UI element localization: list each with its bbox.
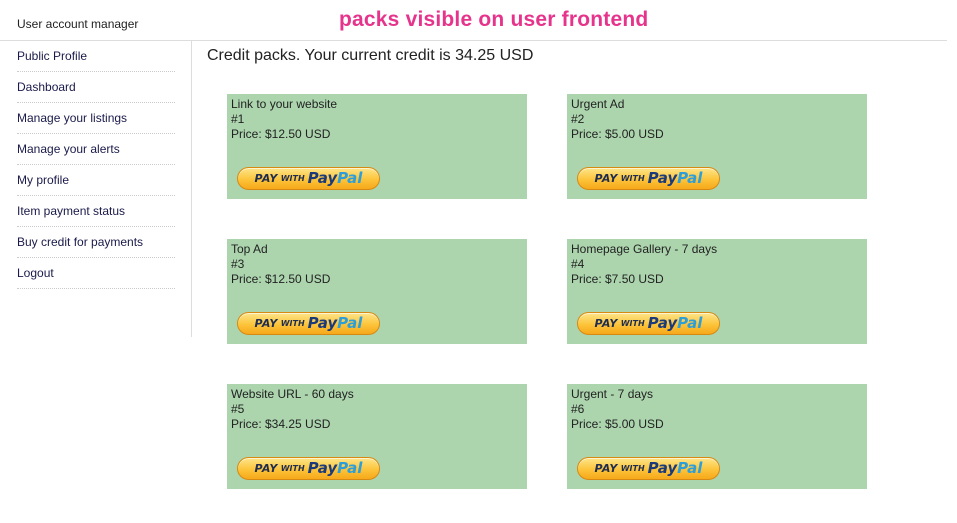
header-title: User account manager — [17, 17, 139, 31]
pack-name: Urgent Ad — [571, 97, 625, 111]
pack-id: #2 — [571, 112, 585, 126]
with-label: WITH — [280, 319, 305, 328]
sidebar-item-manage-listings: Manage your listings — [17, 103, 175, 134]
pack-name: Link to your website — [231, 97, 338, 111]
paypal-logo-pal: Pal — [337, 169, 363, 187]
credit-pack-card: Top Ad #3 Price: $12.50 USD PAY WITH Pay Pa… — [227, 239, 527, 344]
pack-price: Price: $12.50 USD — [231, 127, 331, 141]
pay-label: PAY — [594, 462, 618, 475]
pay-with-paypal-button[interactable]: PAY WITH Pay Pal — [237, 167, 380, 190]
pay-label: PAY — [594, 172, 618, 185]
pack-id: #4 — [571, 257, 585, 271]
paypal-logo-pay: Pay — [647, 314, 678, 332]
pay-with-paypal-button[interactable]: PAY WITH Pay Pal — [577, 312, 720, 335]
credit-pack-card: Urgent Ad #2 Price: $5.00 USD PAY WITH Pay… — [567, 94, 867, 199]
pay-label: PAY — [594, 317, 618, 330]
paypal-logo-pay: Pay — [647, 459, 678, 477]
sidebar-item-payment-status: Item payment status — [17, 196, 175, 227]
sidebar-menu: Public Profile Dashboard Manage your lis… — [0, 41, 191, 289]
pack-name: Urgent - 7 days — [571, 387, 654, 401]
with-label: WITH — [620, 319, 645, 328]
page: User account manager packs visible on us… — [0, 0, 957, 523]
pack-name: Homepage Gallery - 7 days — [571, 242, 718, 256]
pay-with-paypal-button[interactable]: PAY WITH Pay Pal — [237, 457, 380, 480]
sidebar-link-my-profile[interactable]: My profile — [17, 165, 175, 187]
pack-price: Price: $34.25 USD — [231, 417, 331, 431]
with-label: WITH — [620, 174, 645, 183]
sidebar-item-my-profile: My profile — [17, 165, 175, 196]
paypal-logo-pal: Pal — [337, 459, 363, 477]
pack-price: Price: $5.00 USD — [571, 417, 664, 431]
with-label: WITH — [280, 174, 305, 183]
pay-with-paypal-button[interactable]: PAY WITH Pay Pal — [577, 167, 720, 190]
sidebar-link-manage-listings[interactable]: Manage your listings — [17, 103, 175, 125]
sidebar-link-public-profile[interactable]: Public Profile — [17, 41, 175, 63]
sidebar-link-dashboard[interactable]: Dashboard — [17, 72, 175, 94]
credit-pack-card: Homepage Gallery - 7 days #4 Price: $7.5… — [567, 239, 867, 344]
pay-label: PAY — [254, 462, 278, 475]
sidebar-link-logout[interactable]: Logout — [17, 258, 175, 280]
sidebar-link-payment-status[interactable]: Item payment status — [17, 196, 175, 218]
pack-name: Website URL - 60 days — [231, 387, 354, 401]
paypal-logo-pal: Pal — [337, 314, 363, 332]
pack-id: #6 — [571, 402, 585, 416]
paypal-logo-pay: Pay — [307, 169, 338, 187]
paypal-logo-pal: Pal — [677, 169, 703, 187]
pack-price: Price: $12.50 USD — [231, 272, 331, 286]
credit-pack-card: Link to your website #1 Price: $12.50 US… — [227, 94, 527, 199]
pack-id: #1 — [231, 112, 245, 126]
pack-id: #5 — [231, 402, 245, 416]
paypal-logo-pal: Pal — [677, 314, 703, 332]
pack-name: Top Ad — [231, 242, 268, 256]
paypal-logo-pay: Pay — [307, 314, 338, 332]
pay-label: PAY — [254, 172, 278, 185]
pay-with-paypal-button[interactable]: PAY WITH Pay Pal — [577, 457, 720, 480]
pack-price: Price: $5.00 USD — [571, 127, 664, 141]
pack-id: #3 — [231, 257, 245, 271]
credit-pack-card: Urgent - 7 days #6 Price: $5.00 USD PAY W… — [567, 384, 867, 489]
sidebar-item-public-profile: Public Profile — [17, 41, 175, 72]
credit-pack-card: Website URL - 60 days #5 Price: $34.25 U… — [227, 384, 527, 489]
sidebar-item-manage-alerts: Manage your alerts — [17, 134, 175, 165]
sidebar-link-manage-alerts[interactable]: Manage your alerts — [17, 134, 175, 156]
paypal-logo-pal: Pal — [677, 459, 703, 477]
pay-with-paypal-button[interactable]: PAY WITH Pay Pal — [237, 312, 380, 335]
paypal-logo-pay: Pay — [307, 459, 338, 477]
pack-price: Price: $7.50 USD — [571, 272, 664, 286]
with-label: WITH — [620, 464, 645, 473]
with-label: WITH — [280, 464, 305, 473]
sidebar: Public Profile Dashboard Manage your lis… — [0, 41, 192, 337]
sidebar-item-buy-credit: Buy credit for payments — [17, 227, 175, 258]
sidebar-item-dashboard: Dashboard — [17, 72, 175, 103]
pay-label: PAY — [254, 317, 278, 330]
sidebar-link-buy-credit[interactable]: Buy credit for payments — [17, 227, 175, 249]
paypal-logo-pay: Pay — [647, 169, 678, 187]
annotation-text: packs visible on user frontend — [339, 8, 649, 31]
page-title: Credit packs. Your current credit is 34.… — [207, 47, 534, 64]
sidebar-item-logout: Logout — [17, 258, 175, 289]
